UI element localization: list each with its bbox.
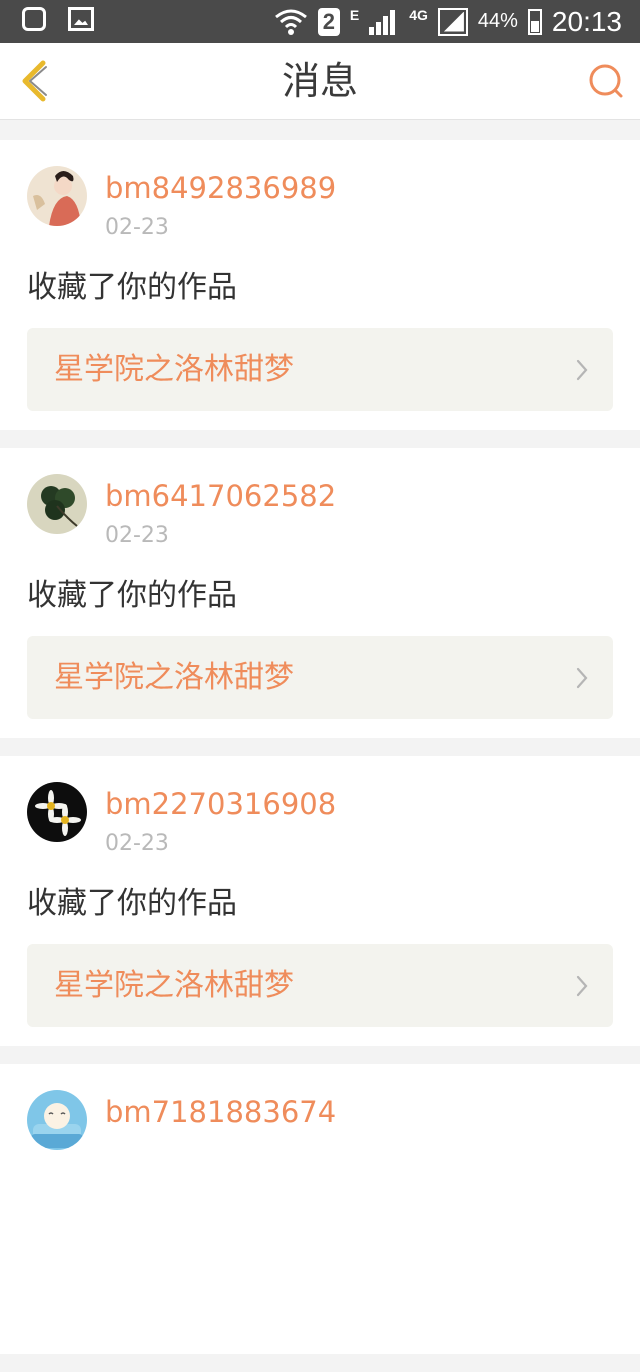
usb-debug-icon (22, 7, 46, 31)
battery-icon (527, 8, 542, 35)
title-bar: 消息 (0, 43, 640, 120)
search-icon[interactable] (586, 61, 626, 101)
message-date: 02-23 (105, 831, 169, 856)
clock: 20:13 (551, 5, 622, 37)
avatar[interactable] (27, 1090, 87, 1150)
avatar[interactable] (27, 166, 87, 226)
signal-box-icon (437, 7, 468, 36)
work-title: 星学院之洛林甜梦 (54, 352, 294, 387)
work-link[interactable]: 星学院之洛林甜梦 (27, 636, 613, 719)
avatar[interactable] (27, 782, 87, 842)
work-title: 星学院之洛林甜梦 (54, 968, 294, 1003)
work-link[interactable]: 星学院之洛林甜梦 (27, 944, 613, 1027)
edge-label: E (349, 6, 360, 23)
battery-percent: 44% (477, 10, 518, 32)
status-bar: 2 E 4G 44% 20:13 (0, 0, 640, 43)
lte-label: 4G (409, 6, 428, 23)
work-link[interactable]: 星学院之洛林甜梦 (27, 328, 613, 411)
message-list: bm8492836989 02-23 收藏了你的作品 星学院之洛林甜梦 bm64… (0, 140, 640, 1372)
wifi-icon (274, 9, 307, 35)
screenshot-icon (68, 7, 94, 31)
message-card: bm8492836989 02-23 收藏了你的作品 星学院之洛林甜梦 (0, 140, 640, 430)
username[interactable]: bm7181883674 (105, 1092, 336, 1132)
message-card: bm6417062582 02-23 收藏了你的作品 星学院之洛林甜梦 (0, 448, 640, 738)
message-date: 02-23 (105, 523, 169, 548)
message-action: 收藏了你的作品 (27, 578, 237, 613)
username[interactable]: bm6417062582 (105, 476, 336, 516)
message-action: 收藏了你的作品 (27, 886, 237, 921)
avatar[interactable] (27, 474, 87, 534)
work-title: 星学院之洛林甜梦 (54, 660, 294, 695)
chevron-right-icon (576, 667, 588, 689)
message-card: bm2270316908 02-23 收藏了你的作品 星学院之洛林甜梦 (0, 756, 640, 1046)
username[interactable]: bm8492836989 (105, 168, 336, 208)
message-date: 02-23 (105, 215, 169, 240)
chevron-right-icon (576, 975, 588, 997)
message-card: bm7181883674 (0, 1064, 640, 1354)
signal-icon (369, 9, 399, 35)
chevron-right-icon (576, 359, 588, 381)
sim-badge: 2 (317, 7, 340, 36)
username[interactable]: bm2270316908 (105, 784, 336, 824)
message-action: 收藏了你的作品 (27, 270, 237, 305)
page-title: 消息 (281, 59, 358, 103)
